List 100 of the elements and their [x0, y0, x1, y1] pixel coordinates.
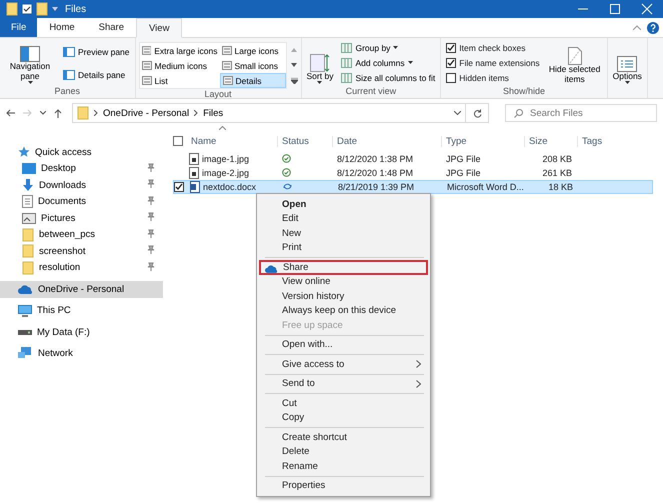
- column-header[interactable]: Status: [278, 136, 333, 146]
- layout-option[interactable]: Medium icons: [140, 58, 220, 73]
- menu-item[interactable]: New: [259, 226, 428, 240]
- pin-icon[interactable]: [147, 228, 155, 238]
- pane-button[interactable]: Preview pane: [61, 46, 132, 58]
- nav-item[interactable]: resolution: [0, 260, 163, 276]
- nav-item[interactable]: Quick access: [0, 144, 163, 160]
- date-cell-text: 8/21/2019 1:39 PM: [337, 182, 416, 192]
- file-row[interactable]: nextdoc.docx 8/21/2019 1:39 PM Microsoft Word D... 18 KB: [173, 180, 653, 194]
- date-cell-text: 8/12/2020 1:38 PM: [336, 154, 414, 164]
- column-header[interactable]: Tags: [578, 136, 638, 146]
- pane-button[interactable]: Details pane: [61, 68, 132, 80]
- row-checkbox[interactable]: [174, 182, 184, 192]
- view-option-button[interactable]: Add columns: [339, 56, 438, 69]
- ribbon-tab[interactable]: Share: [86, 18, 136, 37]
- pin-icon[interactable]: [147, 162, 155, 172]
- view-icon: [222, 61, 232, 70]
- nav-item[interactable]: Desktop: [0, 160, 163, 177]
- layout-option[interactable]: Large icons: [220, 43, 286, 58]
- back-icon[interactable]: [6, 109, 15, 117]
- navigation-pane-button[interactable]: Navigation pane: [3, 40, 57, 86]
- address-bar[interactable]: OneDrive - Personal Files: [72, 103, 466, 123]
- view-option-button[interactable]: Group by: [339, 42, 438, 54]
- menu-item[interactable]: Create shortcut: [259, 430, 428, 444]
- pin-icon[interactable]: [147, 245, 155, 254]
- layout-option[interactable]: Extra large icons: [140, 43, 220, 58]
- checkbox-icon[interactable]: [22, 4, 32, 14]
- dropdown-icon[interactable]: [40, 111, 46, 115]
- hide-selected-button[interactable]: Hide selected items: [546, 40, 604, 86]
- scroll-down-icon[interactable]: [290, 62, 297, 66]
- expand-icon[interactable]: [290, 78, 298, 84]
- pin-icon[interactable]: [147, 196, 155, 205]
- nav-item[interactable]: Pictures: [0, 210, 163, 226]
- menu-item[interactable]: Delete: [259, 444, 428, 459]
- pin-icon[interactable]: [147, 179, 155, 188]
- checkbox[interactable]: [446, 58, 456, 68]
- nav-item[interactable]: Network: [0, 346, 163, 362]
- dropdown-icon[interactable]: [454, 111, 461, 115]
- menu-item[interactable]: Version history: [259, 289, 428, 304]
- dropdown-icon: [317, 81, 322, 84]
- options-button[interactable]: Options: [610, 40, 644, 86]
- breadcrumb[interactable]: Files: [203, 108, 224, 118]
- pane-icon: [63, 46, 75, 56]
- checkbox-option[interactable]: Item check boxes: [444, 42, 542, 54]
- nav-item[interactable]: between_pcs: [0, 226, 163, 243]
- size-cell-text: 261 KB: [541, 168, 573, 178]
- document-icon: [568, 47, 582, 66]
- menu-item[interactable]: Share: [259, 260, 428, 274]
- view-option-button[interactable]: Size all columns to fit: [339, 72, 438, 84]
- file-row[interactable]: image-1.jpg 8/12/2020 1:38 PM JPG File 208 KB: [173, 152, 653, 166]
- checkbox-option[interactable]: File name extensions: [444, 56, 542, 69]
- menu-item[interactable]: Send to: [259, 376, 428, 391]
- nav-item[interactable]: screenshot: [0, 243, 163, 260]
- sync-icon: [283, 182, 292, 190]
- ribbon-tab[interactable]: Home: [37, 18, 87, 37]
- menu-item[interactable]: Copy: [259, 410, 428, 425]
- layout-option[interactable]: List: [140, 73, 220, 88]
- menu-item[interactable]: Give access to: [259, 357, 428, 372]
- desktop-icon: [22, 163, 36, 174]
- help-icon[interactable]: [647, 22, 659, 34]
- dropdown-icon[interactable]: [52, 7, 58, 11]
- nav-item[interactable]: My Data (F:): [0, 324, 163, 340]
- nav-item[interactable]: Downloads: [0, 177, 163, 194]
- folder-icon: [6, 2, 18, 16]
- menu-item[interactable]: Properties: [259, 478, 428, 493]
- collapse-icon[interactable]: [633, 25, 641, 30]
- search-field[interactable]: Search Files: [505, 104, 657, 122]
- menu-item[interactable]: View online: [259, 274, 428, 289]
- select-all-checkbox[interactable]: [173, 136, 183, 146]
- view-icon: [142, 76, 152, 85]
- column-header[interactable]: Date: [333, 136, 442, 146]
- column-header[interactable]: Type: [442, 136, 525, 146]
- up-icon[interactable]: [54, 108, 62, 118]
- column-header[interactable]: Name: [187, 136, 278, 146]
- nav-item[interactable]: This PC: [0, 302, 163, 319]
- pin-icon[interactable]: [147, 262, 155, 271]
- pin-icon[interactable]: [147, 212, 155, 222]
- download-icon: [22, 178, 34, 192]
- refresh-icon[interactable]: [472, 108, 482, 118]
- checkbox[interactable]: [446, 42, 456, 53]
- ribbon-tab[interactable]: View: [136, 18, 182, 38]
- menu-item[interactable]: Edit: [259, 212, 428, 226]
- menu-item[interactable]: Rename: [259, 459, 428, 474]
- layout-option[interactable]: Details: [220, 73, 286, 88]
- column-header[interactable]: Size: [525, 136, 578, 146]
- nav-item[interactable]: OneDrive - Personal: [0, 281, 163, 298]
- layout-option[interactable]: Small icons: [220, 58, 286, 73]
- file-row[interactable]: image-2.jpg 8/12/2020 1:48 PM JPG File 261 KB: [173, 166, 653, 180]
- checkbox[interactable]: [446, 73, 456, 84]
- menu-item[interactable]: Cut: [259, 396, 428, 410]
- chevron-icon: [94, 110, 98, 116]
- checkbox-option[interactable]: Hidden items: [444, 72, 542, 84]
- nav-item[interactable]: Documents: [0, 194, 163, 210]
- breadcrumb[interactable]: OneDrive - Personal: [103, 108, 190, 118]
- menu-item[interactable]: Always keep on this device: [259, 304, 428, 318]
- menu-item[interactable]: Open with...: [259, 338, 428, 352]
- menu-item[interactable]: Open: [259, 197, 428, 212]
- sort-by-button[interactable]: Sort by: [304, 40, 336, 86]
- file-menu-button[interactable]: File: [0, 18, 38, 37]
- menu-item[interactable]: Print: [259, 240, 428, 255]
